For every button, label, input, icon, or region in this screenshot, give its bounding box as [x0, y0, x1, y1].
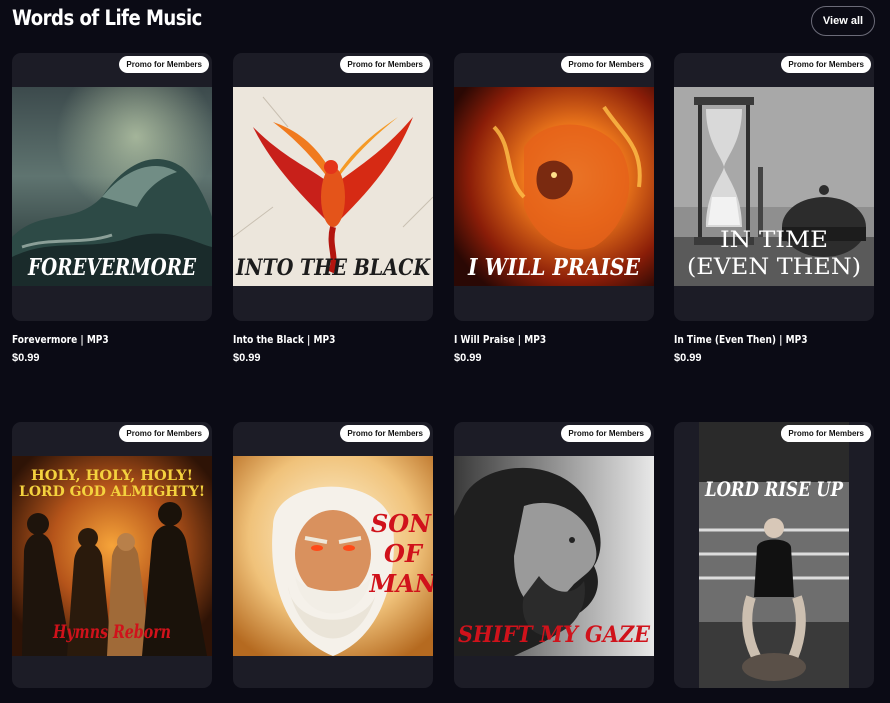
art-text-line-3: MAN [368, 569, 433, 598]
music-store-page: Words of Life Music View all Promo for M… [0, 0, 890, 703]
product-card-frame[interactable]: Promo for Members [454, 53, 654, 321]
product-card-frame[interactable]: Promo for Members LORD RISE UP [674, 422, 874, 688]
art-text: FOREVERMORE [27, 254, 196, 281]
product-card-shift-my-gaze[interactable]: Promo for Members SHIFT MY GAZE [454, 422, 654, 690]
art-text-line-1: SON [371, 509, 432, 538]
promo-badge: Promo for Members [340, 56, 430, 73]
ocean-wave-image[interactable]: FOREVERMORE [12, 87, 212, 286]
product-card-frame[interactable]: Promo for Members [233, 422, 433, 688]
fire-lion-image[interactable]: I WILL PRAISE [454, 87, 654, 286]
art-text-line-1: HOLY, HOLY, HOLY! [31, 468, 193, 484]
product-card-in-time[interactable]: Promo for Members IN TIME (EVEN THEN) In… [674, 53, 874, 364]
view-all-button[interactable]: View all [811, 6, 875, 36]
bearded-man-profile-image[interactable]: SHIFT MY GAZE [454, 456, 654, 656]
art-text: LORD RISE UP [704, 477, 844, 501]
product-price: $0.99 [454, 352, 482, 364]
product-title[interactable]: Into the Black | MP3 [233, 334, 335, 346]
product-title[interactable]: I Will Praise | MP3 [454, 334, 546, 346]
art-text: SHIFT MY GAZE [458, 622, 651, 648]
product-card-forevermore[interactable]: Promo for Members FOREVERMORE Forevermor… [12, 53, 212, 364]
art-text-line-2: LORD GOD ALMIGHTY! [19, 484, 205, 500]
product-card-frame[interactable]: Promo for Members [12, 53, 212, 321]
product-card-frame[interactable]: Promo for Members [12, 422, 212, 688]
promo-badge: Promo for Members [119, 425, 209, 442]
product-card-frame[interactable]: Promo for Members INTO THE BLACK [233, 53, 433, 321]
product-card-frame[interactable]: Promo for Members SHIFT MY GAZE [454, 422, 654, 688]
product-price: $0.99 [233, 352, 261, 364]
product-card-lord-rise-up[interactable]: Promo for Members LORD RISE UP [674, 422, 874, 690]
promo-badge: Promo for Members [561, 425, 651, 442]
old-man-portrait-image[interactable]: SON OF MAN [233, 456, 433, 656]
promo-badge: Promo for Members [561, 56, 651, 73]
section-header: Words of Life Music View all [0, 0, 890, 44]
art-text-line-2: OF [384, 539, 424, 568]
promo-badge: Promo for Members [781, 56, 871, 73]
art-text: I WILL PRAISE [467, 254, 640, 281]
product-title[interactable]: In Time (Even Then) | MP3 [674, 334, 807, 346]
fire-figures-image[interactable]: HOLY, HOLY, HOLY! LORD GOD ALMIGHTY! Hym… [12, 456, 212, 656]
art-text: INTO THE BLACK [235, 255, 431, 281]
boxing-ring-woman-image[interactable]: LORD RISE UP [699, 422, 849, 688]
promo-badge: Promo for Members [119, 56, 209, 73]
hourglass-image[interactable]: IN TIME (EVEN THEN) [674, 87, 874, 286]
product-card-son-of-man[interactable]: Promo for Members SON OF MAN [233, 422, 433, 690]
promo-badge: Promo for Members [340, 425, 430, 442]
product-card-into-the-black[interactable]: Promo for Members INTO THE BLACK Into th… [233, 53, 433, 364]
product-card-frame[interactable]: Promo for Members [674, 53, 874, 321]
product-title[interactable]: Forevermore | MP3 [12, 334, 109, 346]
promo-badge: Promo for Members [781, 425, 871, 442]
product-card-i-will-praise[interactable]: Promo for Members I WILL PRAISE I Will P… [454, 53, 654, 364]
art-text-bottom: Hymns Reborn [52, 621, 171, 643]
art-text-line-2: (EVEN THEN) [687, 255, 861, 280]
art-text-line-1: IN TIME [720, 228, 828, 253]
product-price: $0.99 [674, 352, 702, 364]
product-card-hymns-reborn[interactable]: Promo for Members HOLY, HOLY, HOLY! LORD… [12, 422, 212, 690]
product-price: $0.99 [12, 352, 40, 364]
section-title: Words of Life Music [12, 6, 202, 30]
phoenix-image[interactable]: INTO THE BLACK [233, 87, 433, 286]
